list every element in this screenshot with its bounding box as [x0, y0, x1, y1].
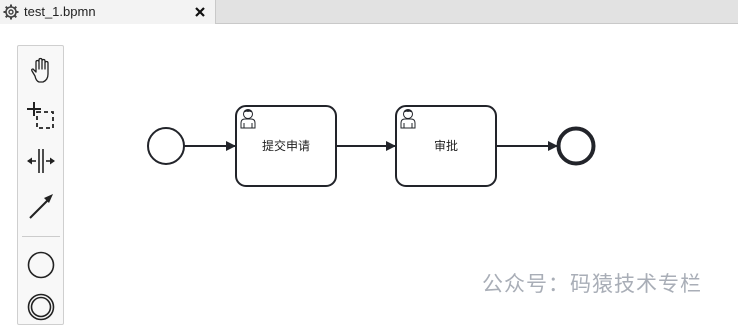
task-label-approve: 审批 — [433, 139, 458, 153]
watermark-text: 公众号：码猿技术专栏 — [482, 272, 702, 296]
task-label-submit: 提交申请 — [261, 139, 310, 153]
tab-bar: test_1.bpmn — [0, 0, 738, 24]
start-event[interactable] — [147, 127, 185, 165]
file-tab[interactable]: test_1.bpmn — [0, 0, 216, 24]
close-icon[interactable] — [192, 4, 208, 20]
tab-title: test_1.bpmn — [24, 4, 96, 19]
end-event[interactable] — [556, 126, 596, 166]
gear-icon — [3, 4, 19, 20]
